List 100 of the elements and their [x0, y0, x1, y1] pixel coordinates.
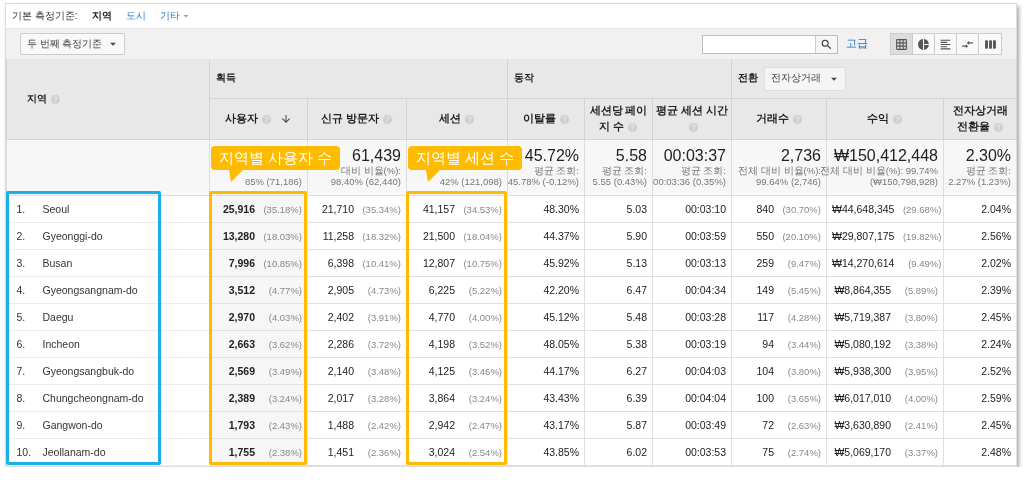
- region-link[interactable]: Gyeongsangnam-do: [42, 284, 138, 296]
- column-header[interactable]: 세션당 페이지 수: [584, 98, 653, 140]
- column-header: 지역: [6, 59, 210, 140]
- column-header[interactable]: 거래수: [731, 98, 827, 140]
- help-icon[interactable]: [791, 113, 803, 125]
- column-header[interactable]: 사용자: [209, 98, 308, 140]
- share-percent: (4.00%): [903, 391, 938, 406]
- table-cell: 45.12%: [543, 311, 579, 323]
- total-note: 00:03:36 (0.35%): [653, 176, 726, 187]
- help-icon[interactable]: [50, 93, 61, 105]
- callout-tail: [426, 170, 440, 182]
- region-link[interactable]: Incheon: [42, 338, 80, 350]
- view-toggle-button[interactable]: [913, 34, 935, 54]
- column-header[interactable]: 신규 방문자: [307, 98, 407, 140]
- column-header[interactable]: 세션: [406, 98, 508, 140]
- search-icon: [820, 37, 833, 51]
- table-cell: 43.85%: [543, 446, 579, 458]
- total-value: 5.58: [615, 147, 647, 165]
- region-link[interactable]: Daegu: [42, 311, 74, 323]
- table-cell: 94: [762, 337, 774, 350]
- share-percent: (2.47%): [467, 418, 502, 433]
- region-link[interactable]: Chungcheongnam-do: [42, 392, 144, 404]
- share-percent: (3.28%): [366, 391, 401, 406]
- share-percent: (3.44%): [786, 337, 821, 352]
- share-percent: (3.48%): [366, 364, 401, 379]
- share-percent: (2.42%): [366, 418, 401, 433]
- share-percent: (3.49%): [267, 364, 302, 379]
- share-percent: (3.24%): [267, 391, 302, 406]
- total-note: 98.40% (62,440): [330, 176, 401, 187]
- total-value: ₩150,412,448: [833, 147, 938, 165]
- region-link[interactable]: Gangwon-do: [42, 419, 103, 431]
- table-cell: 00:03:53: [685, 446, 726, 458]
- row-number: 6.: [16, 337, 27, 351]
- table-cell: 2,286: [327, 337, 354, 350]
- table-cell: 00:03:10: [685, 203, 726, 215]
- table-cell: 48.05%: [543, 338, 579, 350]
- share-percent: (3.80%): [786, 364, 821, 379]
- column-header[interactable]: 평균 세션 시간: [652, 98, 732, 140]
- help-icon[interactable]: [626, 121, 638, 133]
- secondary-dimension-dropdown[interactable]: 두 번째 측정기준: [20, 33, 126, 55]
- table-cell: 2,017: [327, 391, 354, 404]
- table-cell: 48.30%: [543, 203, 579, 215]
- share-percent: (3.91%): [366, 310, 401, 325]
- table-cell: 43.17%: [543, 419, 579, 431]
- region-link[interactable]: Busan: [42, 257, 73, 269]
- view-toggle-button[interactable]: [957, 34, 979, 54]
- column-header[interactable]: 이탈률: [507, 98, 585, 140]
- share-percent: (18.03%): [262, 229, 302, 244]
- table-cell: 100: [756, 391, 774, 404]
- help-icon[interactable]: [381, 113, 393, 125]
- view-toggle-button[interactable]: [935, 34, 957, 54]
- total-note: 42% (121,098): [439, 176, 502, 187]
- total-note: 5.55 (0.43%): [592, 176, 647, 187]
- share-percent: (3.65%): [786, 391, 821, 406]
- help-icon[interactable]: [464, 113, 475, 125]
- table-cell: 00:04:03: [685, 365, 726, 377]
- share-percent: (4.00%): [467, 310, 502, 325]
- table-cell: 2,389: [228, 391, 255, 404]
- table-cell: 00:03:13: [685, 257, 726, 269]
- region-link[interactable]: Seoul: [42, 203, 70, 215]
- view-toggle-button[interactable]: [979, 34, 1001, 54]
- help-icon[interactable]: [688, 121, 699, 133]
- help-icon[interactable]: [261, 113, 272, 125]
- help-icon[interactable]: [992, 121, 1004, 133]
- table-cell: 5.03: [626, 203, 647, 215]
- column-header[interactable]: 전자상거래 전환율: [943, 98, 1017, 140]
- help-icon[interactable]: [558, 113, 570, 125]
- group-header: 전환 전자상거래: [731, 59, 1017, 99]
- table-cell: 259: [756, 256, 774, 269]
- advanced-link[interactable]: 고급: [846, 37, 868, 51]
- table-cell: 2.48%: [981, 446, 1011, 458]
- search-field[interactable]: [702, 34, 838, 54]
- region-link[interactable]: Gyeongsangbuk-do: [42, 365, 135, 377]
- view-toggle-button[interactable]: [891, 34, 913, 54]
- share-percent: (19.82%): [901, 229, 942, 244]
- row-number: 4.: [16, 283, 27, 297]
- dimension-option[interactable]: 도시: [125, 9, 146, 23]
- conversion-dropdown[interactable]: 전자상거래: [764, 66, 846, 91]
- total-note: 전체 대비 비율(%):: [738, 165, 821, 176]
- share-percent: (35.34%): [361, 202, 401, 217]
- share-percent: (2.38%): [267, 445, 302, 460]
- table-cell: 7,996: [228, 256, 255, 269]
- group-header: 획득: [209, 59, 508, 99]
- search-button[interactable]: [815, 35, 837, 53]
- region-link[interactable]: Jeollanam-do: [42, 446, 106, 458]
- table-cell: 6.27: [626, 365, 647, 377]
- share-percent: (10.85%): [262, 256, 302, 271]
- share-percent: (35.18%): [262, 202, 302, 217]
- table-cell: 6.39: [626, 392, 647, 404]
- table-cell: 5.87: [626, 419, 647, 431]
- table-cell: 4,198: [428, 337, 455, 350]
- total-note: 85% (71,186): [244, 176, 302, 187]
- help-icon[interactable]: [892, 113, 903, 125]
- dimension-option[interactable]: 지역: [91, 9, 112, 23]
- dimension-option[interactable]: 기타: [159, 9, 192, 23]
- total-value: 2.30%: [965, 147, 1011, 165]
- sort-arrow-icon[interactable]: [280, 113, 292, 126]
- column-header[interactable]: 수익: [826, 98, 944, 140]
- region-link[interactable]: Gyeonggi-do: [42, 230, 103, 242]
- share-percent: (3.62%): [267, 337, 302, 352]
